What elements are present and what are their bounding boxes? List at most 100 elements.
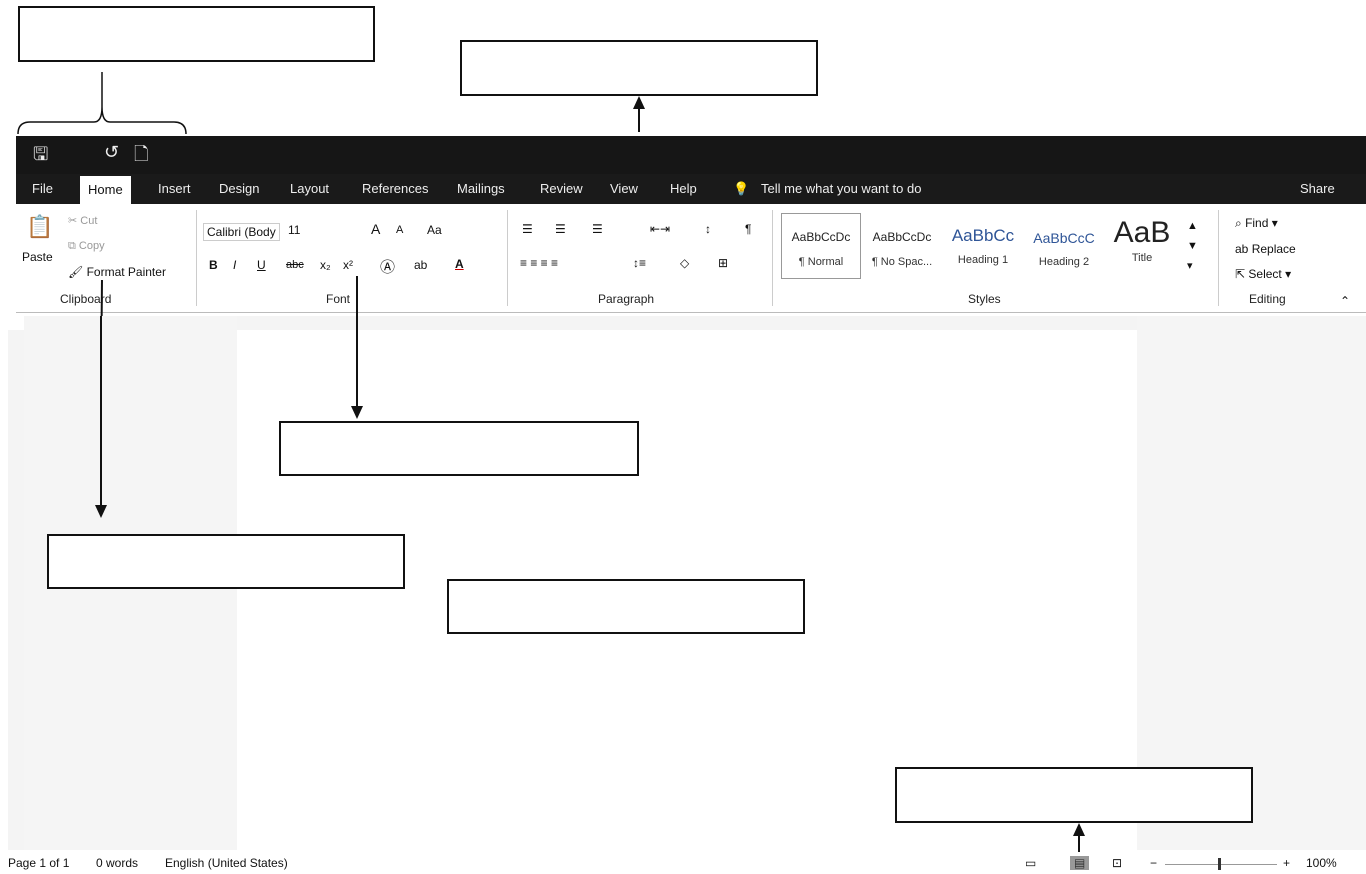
- callout-box-3: [279, 421, 639, 476]
- numbering-icon[interactable]: ☰: [555, 222, 566, 236]
- zoom-out-button[interactable]: −: [1150, 856, 1157, 870]
- change-case-button[interactable]: Aa: [427, 223, 442, 237]
- collapse-ribbon-icon[interactable]: ⌃: [1340, 294, 1350, 308]
- zoom-slider[interactable]: [1165, 864, 1277, 865]
- line-spacing-icon[interactable]: ↕≡: [633, 256, 646, 270]
- format-painter-button[interactable]: 🖌 Format Painter: [68, 265, 166, 279]
- copy-button[interactable]: ⧉ Copy: [68, 240, 105, 253]
- zoom-level[interactable]: 100%: [1306, 856, 1337, 870]
- font-color-icon[interactable]: A: [455, 257, 464, 271]
- highlight-icon[interactable]: ab: [414, 258, 427, 272]
- cut-label: Cut: [80, 215, 98, 227]
- cut-button[interactable]: ✂ Cut: [68, 214, 97, 227]
- tab-review[interactable]: Review: [540, 181, 583, 196]
- strikethrough-button[interactable]: abc: [286, 259, 304, 271]
- select-button[interactable]: ⇱ Select ▾: [1235, 267, 1291, 281]
- align-left-icon[interactable]: ≡ ≡ ≡ ≡: [520, 256, 558, 270]
- borders-icon[interactable]: ⊞: [718, 256, 728, 270]
- underline-button[interactable]: U: [257, 258, 266, 272]
- paste-button[interactable]: Paste: [22, 250, 53, 264]
- title-bar: [16, 136, 1366, 174]
- tab-mailings[interactable]: Mailings: [457, 181, 505, 196]
- indent-icon[interactable]: ⇤⇥: [650, 222, 670, 236]
- tab-insert[interactable]: Insert: [158, 181, 191, 196]
- style-no-spacing[interactable]: AaBbCcDc ¶ No Spac...: [863, 213, 941, 279]
- bold-button[interactable]: B: [209, 258, 218, 272]
- style-preview: AaBbCcDc: [791, 230, 851, 244]
- text-effects-icon[interactable]: Ⓐ: [380, 256, 395, 277]
- zoom-in-button[interactable]: +: [1283, 856, 1290, 870]
- callout-box-1: [18, 6, 375, 62]
- print-preview-icon[interactable]: 🗋: [134, 142, 148, 172]
- divider: [507, 210, 508, 306]
- print-layout-icon[interactable]: ▤: [1070, 856, 1090, 870]
- styles-scroll-icon[interactable]: ▲ ▼ ▾: [1187, 216, 1198, 276]
- styles-group-label: Styles: [968, 292, 1001, 306]
- lightbulb-icon: 💡: [733, 181, 750, 196]
- tab-home[interactable]: Home: [80, 176, 131, 204]
- find-button[interactable]: ⌕ Find ▾: [1235, 216, 1278, 231]
- style-name: Heading 2: [1038, 256, 1090, 268]
- tab-file[interactable]: File: [32, 181, 53, 196]
- divider: [196, 210, 197, 306]
- style-preview: AaBbCcDc: [872, 230, 932, 244]
- arrowhead: [633, 96, 645, 109]
- select-label: Select: [1248, 267, 1282, 281]
- grow-font-button[interactable]: A: [371, 221, 380, 237]
- superscript-button[interactable]: x²: [343, 258, 353, 272]
- paste-icon[interactable]: 📋: [26, 214, 53, 240]
- tab-layout[interactable]: Layout: [290, 181, 329, 196]
- sort-icon[interactable]: ↕: [705, 222, 711, 236]
- font-group-label: Font: [326, 292, 351, 306]
- pilcrow-icon[interactable]: ¶: [745, 222, 751, 236]
- shading-icon[interactable]: ◇: [680, 256, 689, 270]
- tell-me-input[interactable]: Tell me what you want to do: [761, 181, 921, 196]
- format-painter-label: Format Painter: [86, 265, 166, 279]
- arrow-superscript: [356, 316, 358, 408]
- word-count[interactable]: 0 words: [96, 856, 138, 870]
- undo-icon[interactable]: ↺: [104, 142, 119, 163]
- style-preview: AaBbCcC: [1033, 230, 1095, 246]
- callout-box-4: [47, 534, 405, 589]
- callout-box-5: [447, 579, 805, 634]
- subscript-button[interactable]: x₂: [320, 258, 331, 272]
- callout-box-6: [895, 767, 1253, 823]
- arrowhead: [1073, 823, 1085, 836]
- clipboard-group-label: Clipboard: [60, 292, 112, 306]
- bullets-icon[interactable]: ☰: [522, 222, 533, 236]
- paragraph-group-label: Paragraph: [598, 292, 655, 306]
- arrowhead: [95, 505, 107, 518]
- style-title[interactable]: AaB Title: [1106, 213, 1178, 279]
- style-preview: AaB: [1113, 216, 1171, 249]
- share-button[interactable]: Share: [1300, 181, 1335, 196]
- find-label: Find: [1245, 216, 1269, 230]
- language-indicator[interactable]: English (United States): [165, 856, 288, 870]
- replace-label: Replace: [1251, 242, 1296, 256]
- page-count[interactable]: Page 1 of 1: [8, 856, 69, 870]
- read-mode-icon[interactable]: ▭: [1025, 856, 1036, 870]
- vertical-ruler: [8, 330, 24, 850]
- zoom-slider-thumb[interactable]: [1218, 858, 1221, 870]
- horizontal-ruler: [237, 316, 1137, 330]
- save-icon[interactable]: 🖫: [33, 142, 48, 172]
- multilevel-list-icon[interactable]: ☰: [592, 222, 603, 236]
- divider: [772, 210, 773, 306]
- tab-design[interactable]: Design: [219, 181, 259, 196]
- style-heading-1[interactable]: AaBbCc Heading 1: [944, 213, 1022, 279]
- copy-label: Copy: [78, 240, 105, 252]
- tab-references[interactable]: References: [362, 181, 428, 196]
- tab-view[interactable]: View: [610, 181, 638, 196]
- arrow-format-painter: [100, 316, 102, 506]
- web-layout-icon[interactable]: ⊡: [1112, 856, 1122, 870]
- italic-button[interactable]: I: [233, 258, 236, 272]
- shrink-font-button[interactable]: A: [396, 224, 403, 236]
- arrowhead: [351, 406, 363, 419]
- brace-connector: [17, 72, 187, 135]
- font-size-select[interactable]: 11: [288, 223, 300, 237]
- arrow-up-title: [638, 108, 640, 132]
- style-normal[interactable]: AaBbCcDc ¶ Normal: [781, 213, 861, 279]
- style-heading-2[interactable]: AaBbCcC Heading 2: [1025, 213, 1103, 279]
- font-name-select[interactable]: Calibri (Body: [203, 223, 280, 241]
- tab-help[interactable]: Help: [670, 181, 697, 196]
- replace-button[interactable]: ab Replace: [1235, 242, 1296, 256]
